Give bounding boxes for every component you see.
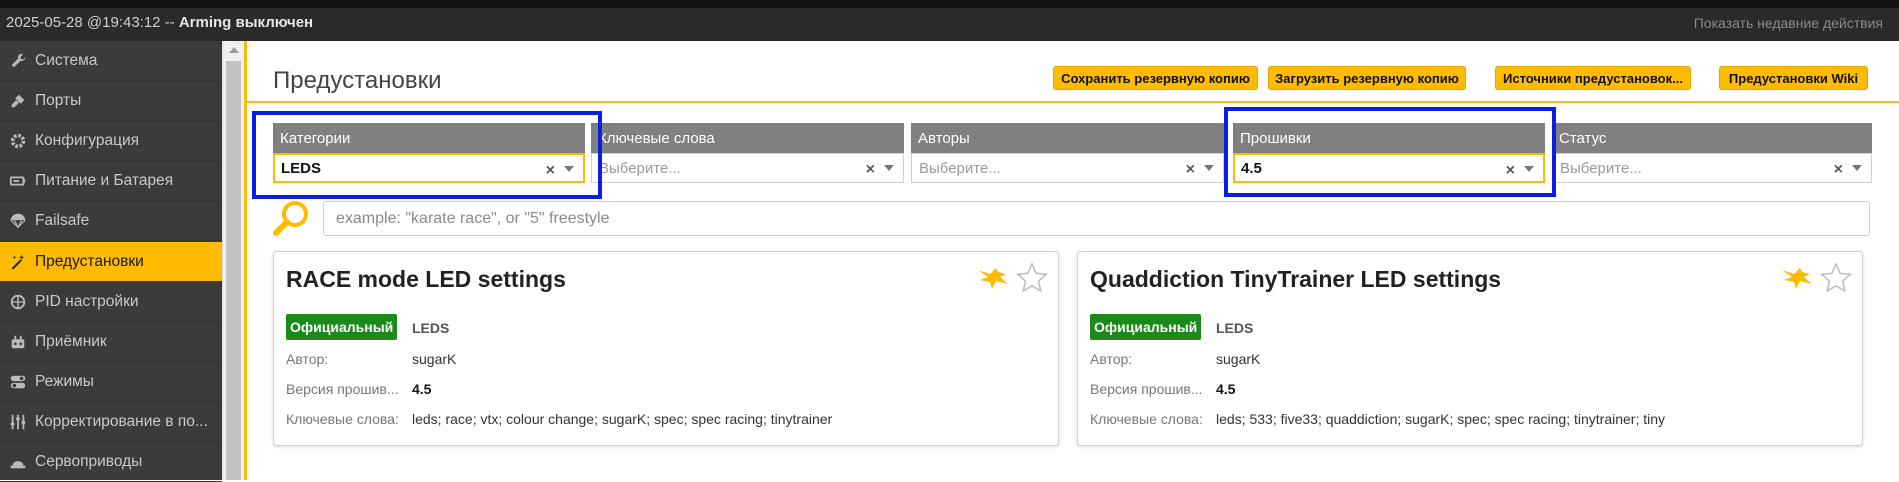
betaflight-bird-icon [976, 264, 1010, 294]
sidebar-item-receiver[interactable]: Приёмник [0, 322, 222, 362]
battery-icon [8, 171, 28, 191]
sidebar-item-label: Порты [35, 91, 82, 109]
official-badge: Официальный [286, 314, 398, 340]
favorite-star-icon[interactable] [1820, 262, 1852, 294]
scroll-up-arrow-icon[interactable] [229, 47, 239, 53]
wrench-icon [8, 51, 28, 71]
preset-category: LEDS [1216, 320, 1254, 336]
sidebar-item-label: Конфигурация [35, 131, 140, 149]
preset-category: LEDS [412, 320, 450, 336]
sidebar-item-pid[interactable]: PID настройки [0, 282, 222, 322]
status-select[interactable]: Выберите... × [1552, 153, 1872, 183]
keywords-select[interactable]: Выберите... × [591, 153, 904, 183]
status-filter: Статус Выберите... × [1552, 123, 1872, 183]
sidebar-item-label: Корректирование в по... [35, 412, 208, 430]
search-icon [272, 199, 312, 239]
preset-title: Quaddiction TinyTrainer LED settings [1090, 266, 1502, 292]
chevron-down-icon[interactable] [884, 165, 894, 171]
sidebar-item-system[interactable]: Система [0, 41, 222, 81]
page-title: Предустановки [273, 67, 442, 94]
preset-sources-button[interactable]: Источники предустановок... [1495, 66, 1691, 90]
presets-wiki-button[interactable]: Предустановки Wiki [1719, 66, 1868, 90]
keywords-filter-label: Ключевые слова [591, 123, 904, 153]
sidebar-item-label: Питание и Батарея [35, 171, 174, 189]
sidebar-item-ports[interactable]: Порты [0, 81, 222, 121]
version-label: Версия прошив... [286, 381, 399, 397]
sidebar-item-presets[interactable]: Предустановки [0, 242, 222, 282]
sidebar-item-label: Failsafe [35, 211, 90, 229]
author-value: sugarK [412, 351, 457, 367]
main-content: Предустановки Сохранить резервную копию … [247, 41, 1899, 480]
pid-icon [8, 292, 28, 312]
load-backup-button[interactable]: Загрузить резервную копию [1268, 66, 1466, 90]
sidebar-item-adjustments[interactable]: Корректирование в по... [0, 402, 222, 442]
sidebar-item-label: Система [35, 51, 98, 69]
keywords-value: leds; 533; five33; quaddiction; sugarK; … [1216, 411, 1666, 427]
gear-icon [8, 131, 28, 151]
show-recent-actions-link[interactable]: Показать недавние действия [1694, 15, 1883, 31]
parachute-icon [8, 211, 28, 231]
preset-card[interactable]: RACE mode LED settings Официальный LEDS … [273, 251, 1059, 446]
authors-select[interactable]: Выберите... × [911, 153, 1224, 183]
status-filter-label: Статус [1552, 123, 1872, 153]
magic-wand-icon [8, 252, 28, 272]
status-text: 2025-05-28 @19:43:12 -- Arming выключен [6, 14, 313, 31]
author-label: Автор: [1090, 351, 1133, 367]
arming-status: Arming выключен [178, 14, 314, 31]
sidebar-item-power-battery[interactable]: Питание и Батарея [0, 161, 222, 201]
sidebar-item-servos[interactable]: Сервоприводы [0, 442, 222, 482]
sidebar-item-label: Режимы [35, 372, 94, 390]
top-strip [0, 0, 1899, 8]
chevron-down-icon[interactable] [1852, 165, 1862, 171]
clear-icon[interactable]: × [1186, 161, 1195, 179]
highlight-firmware [1224, 107, 1556, 197]
status-datetime: 2025-05-28 @19:43:12 [6, 14, 161, 31]
plug-icon [8, 91, 28, 111]
header-divider [247, 101, 1899, 103]
sidebar: Система Порты Конфигурация Питание и Бат… [0, 41, 222, 482]
keywords-filter: Ключевые слова Выберите... × [591, 123, 904, 183]
top-status-bar: 2025-05-28 @19:43:12 -- Arming выключен … [0, 0, 1899, 41]
sidebar-item-label: Приёмник [35, 332, 107, 350]
sliders-icon [8, 412, 28, 432]
author-value: sugarK [1216, 351, 1261, 367]
chevron-down-icon[interactable] [1204, 165, 1214, 171]
authors-filter-label: Авторы [911, 123, 1224, 153]
keywords-label: Ключевые слова: [286, 411, 399, 427]
preset-card[interactable]: Quaddiction TinyTrainer LED settings Офи… [1077, 251, 1863, 446]
save-backup-button[interactable]: Сохранить резервную копию [1053, 66, 1258, 90]
servo-icon [8, 452, 28, 472]
keywords-value: leds; race; vtx; colour change; sugarK; … [412, 411, 833, 427]
version-value: 4.5 [1216, 381, 1236, 397]
status-separator: -- [160, 14, 179, 31]
sidebar-scrollbar[interactable] [222, 41, 244, 480]
sidebar-item-label: PID настройки [35, 292, 139, 310]
version-value: 4.5 [412, 381, 432, 397]
scroll-thumb[interactable] [226, 61, 241, 480]
keywords-label: Ключевые слова: [1090, 411, 1203, 427]
status-placeholder: Выберите... [1560, 160, 1642, 177]
authors-placeholder: Выберите... [919, 160, 1001, 177]
receiver-icon [8, 332, 28, 352]
official-badge: Официальный [1090, 314, 1202, 340]
preset-title: RACE mode LED settings [286, 266, 566, 292]
authors-filter: Авторы Выберите... × [911, 123, 1224, 183]
clear-icon[interactable]: × [1834, 161, 1843, 179]
sidebar-item-failsafe[interactable]: Failsafe [0, 201, 222, 241]
sidebar-item-label: Сервоприводы [35, 452, 143, 470]
search-input[interactable] [323, 201, 1870, 236]
sidebar-item-label: Предустановки [35, 252, 144, 270]
highlight-categories [252, 111, 602, 199]
sidebar-item-modes[interactable]: Режимы [0, 362, 222, 402]
version-label: Версия прошив... [1090, 381, 1203, 397]
keywords-placeholder: Выберите... [599, 160, 681, 177]
author-label: Автор: [286, 351, 329, 367]
clear-icon[interactable]: × [866, 161, 875, 179]
toggle-icon [8, 372, 28, 392]
sidebar-item-configuration[interactable]: Конфигурация [0, 121, 222, 161]
betaflight-bird-icon [1780, 264, 1814, 294]
favorite-star-icon[interactable] [1016, 262, 1048, 294]
